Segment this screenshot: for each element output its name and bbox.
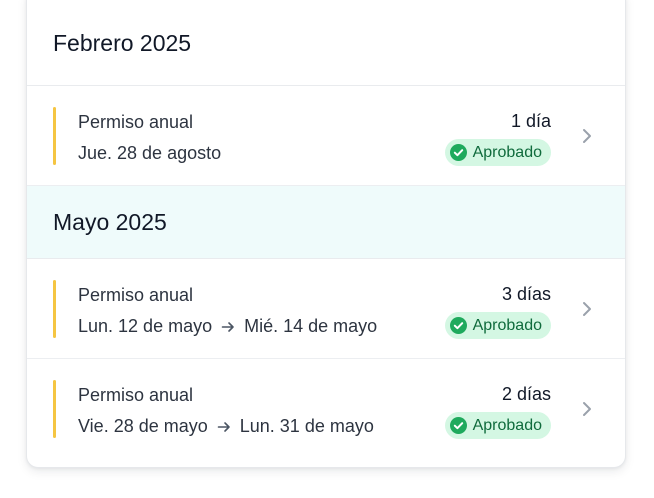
chevron-right-icon: [581, 400, 593, 418]
chevron-right-icon: [581, 127, 593, 145]
leave-dates: Lun. 12 de mayo Mié. 14 de mayo: [78, 316, 377, 337]
leave-type: Permiso anual: [78, 385, 194, 405]
section-header-mayo-2025: Mayo 2025: [27, 186, 625, 259]
check-circle-icon: [449, 417, 467, 434]
leave-dates: Vie. 28 de mayo Lun. 31 de mayo: [78, 416, 374, 437]
check-circle-icon: [449, 317, 467, 334]
status-badge: Aprobado: [444, 312, 551, 339]
leave-end-date: Mié. 14 de mayo: [244, 316, 378, 336]
leave-entry[interactable]: Permiso anual Vie. 28 de mayo Lun. 31 de…: [27, 359, 625, 459]
leave-entry[interactable]: Permiso anual Lun. 12 de mayo Mié. 14 de…: [27, 259, 625, 359]
leave-duration: 3 días: [501, 284, 551, 304]
section-title: Febrero 2025: [53, 29, 192, 56]
leave-start-date: Jue. 28 de agosto: [78, 143, 222, 163]
leave-type-accent-bar: [53, 280, 56, 338]
leave-type: Permiso anual: [78, 112, 194, 132]
leave-entry[interactable]: Permiso anual Jue. 28 de agosto 1 día Ap…: [27, 86, 625, 186]
check-circle-icon: [449, 144, 467, 161]
leave-duration: 1 día: [510, 111, 551, 131]
status-label: Aprobado: [472, 143, 542, 161]
leave-history-card: Febrero 2025 Permiso anual Jue. 28 de ag…: [26, 0, 626, 468]
status-label: Aprobado: [472, 416, 542, 434]
leave-type-accent-bar: [53, 107, 56, 165]
status-badge: Aprobado: [444, 412, 551, 439]
leave-dates: Jue. 28 de agosto: [78, 143, 221, 164]
leave-end-date: Lun. 31 de mayo: [239, 416, 374, 436]
arrow-right-icon: [220, 319, 236, 335]
section-title: Mayo 2025: [53, 208, 167, 235]
leave-start-date: Vie. 28 de mayo: [78, 416, 208, 436]
leave-start-date: Lun. 12 de mayo: [78, 316, 213, 336]
chevron-right-icon: [581, 300, 593, 318]
leave-duration: 2 días: [501, 384, 551, 404]
status-label: Aprobado: [472, 316, 542, 334]
leave-type: Permiso anual: [78, 285, 194, 305]
section-header-febrero-2025: Febrero 2025: [27, 0, 625, 86]
arrow-right-icon: [216, 419, 232, 435]
leave-type-accent-bar: [53, 380, 56, 438]
status-badge: Aprobado: [444, 139, 551, 166]
